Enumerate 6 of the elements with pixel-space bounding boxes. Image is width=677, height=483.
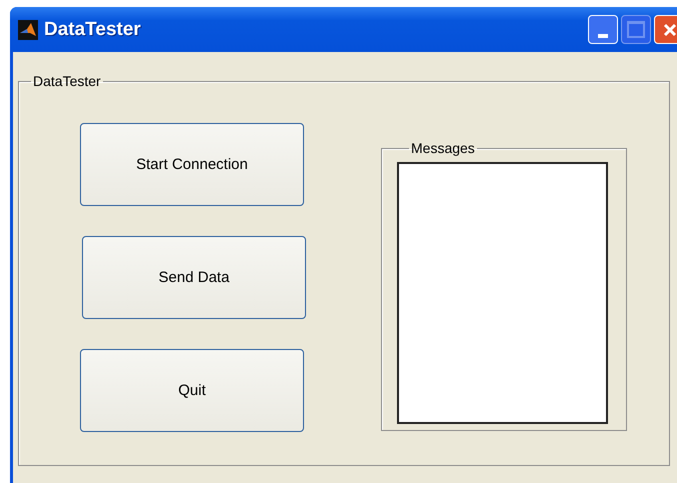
messages-title: Messages bbox=[410, 140, 476, 156]
push-button[interactable]: Send Data bbox=[82, 236, 306, 319]
push-button[interactable]: Start Connection bbox=[80, 123, 304, 206]
panel-title: DataTester bbox=[32, 73, 102, 89]
window-title: DataTester bbox=[44, 18, 141, 40]
push-button[interactable]: Quit bbox=[80, 349, 304, 432]
